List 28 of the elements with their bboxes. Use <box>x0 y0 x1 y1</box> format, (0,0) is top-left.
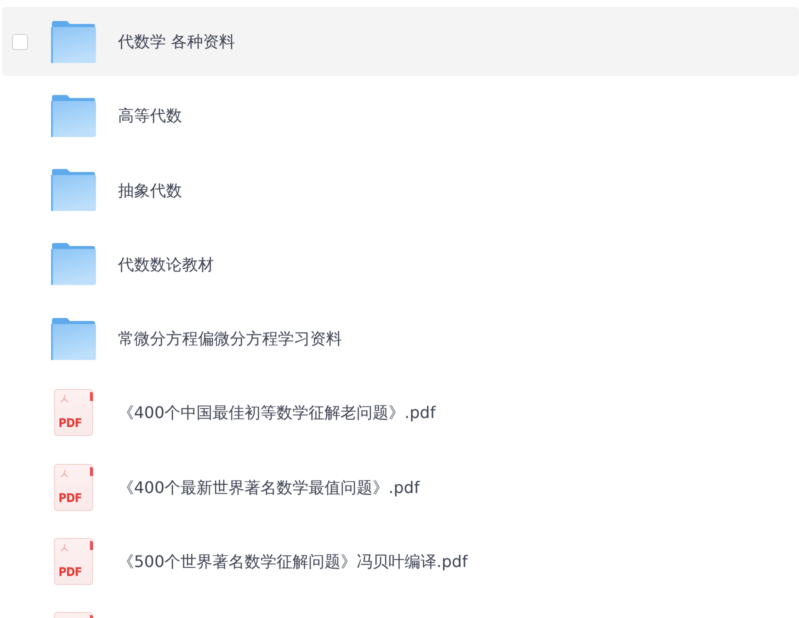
file-name[interactable]: 代数学 各种资料 <box>118 31 236 52</box>
file-name[interactable]: 高等代数 <box>118 105 182 126</box>
folder-icon <box>50 243 96 286</box>
folder-icon <box>50 169 96 212</box>
pdf-symbol-icon <box>60 468 70 479</box>
file-type-label: PDF <box>58 490 82 505</box>
file-type-label: PDF <box>58 565 82 580</box>
file-name[interactable]: 常微分方程偏微分方程学习资料 <box>118 328 342 350</box>
file-name[interactable]: 《400个中国最佳初等数学征解老问题》.pdf <box>118 402 436 424</box>
folder-icon <box>50 94 96 137</box>
file-type-label: PDF <box>58 416 82 430</box>
file-name[interactable]: 《500个世界著名数学征解问题》冯贝叶编译.pdf <box>118 551 468 572</box>
pdf-symbol-icon <box>60 543 70 554</box>
file-row[interactable]: 代数学 各种资料 <box>2 7 799 76</box>
file-row[interactable]: PDF 《400个最新世界著名数学最值问题》.pdf <box>2 452 799 522</box>
file-row[interactable]: 抽象代数 <box>2 156 799 225</box>
file-name[interactable]: 《400个最新世界著名数学最值问题》.pdf <box>118 476 420 498</box>
file-name[interactable]: 代数数论教材 <box>118 254 214 275</box>
file-row[interactable]: 代数数论教材 <box>2 230 799 299</box>
file-name[interactable]: 抽象代数 <box>118 180 182 201</box>
file-row[interactable]: PDF 《500个世界著名数学征解问题》冯贝叶编译.pdf <box>2 527 799 596</box>
folder-icon <box>50 318 96 360</box>
pdf-symbol-icon <box>60 394 70 404</box>
file-row[interactable]: 常微分方程偏微分方程学习资料 <box>2 304 799 374</box>
folder-icon <box>50 20 96 62</box>
row-checkbox[interactable] <box>12 34 28 50</box>
file-row[interactable]: 高等代数 <box>2 81 799 150</box>
file-row[interactable]: PDF 《400个中国最佳初等数学征解老问题》.pdf <box>2 378 799 448</box>
